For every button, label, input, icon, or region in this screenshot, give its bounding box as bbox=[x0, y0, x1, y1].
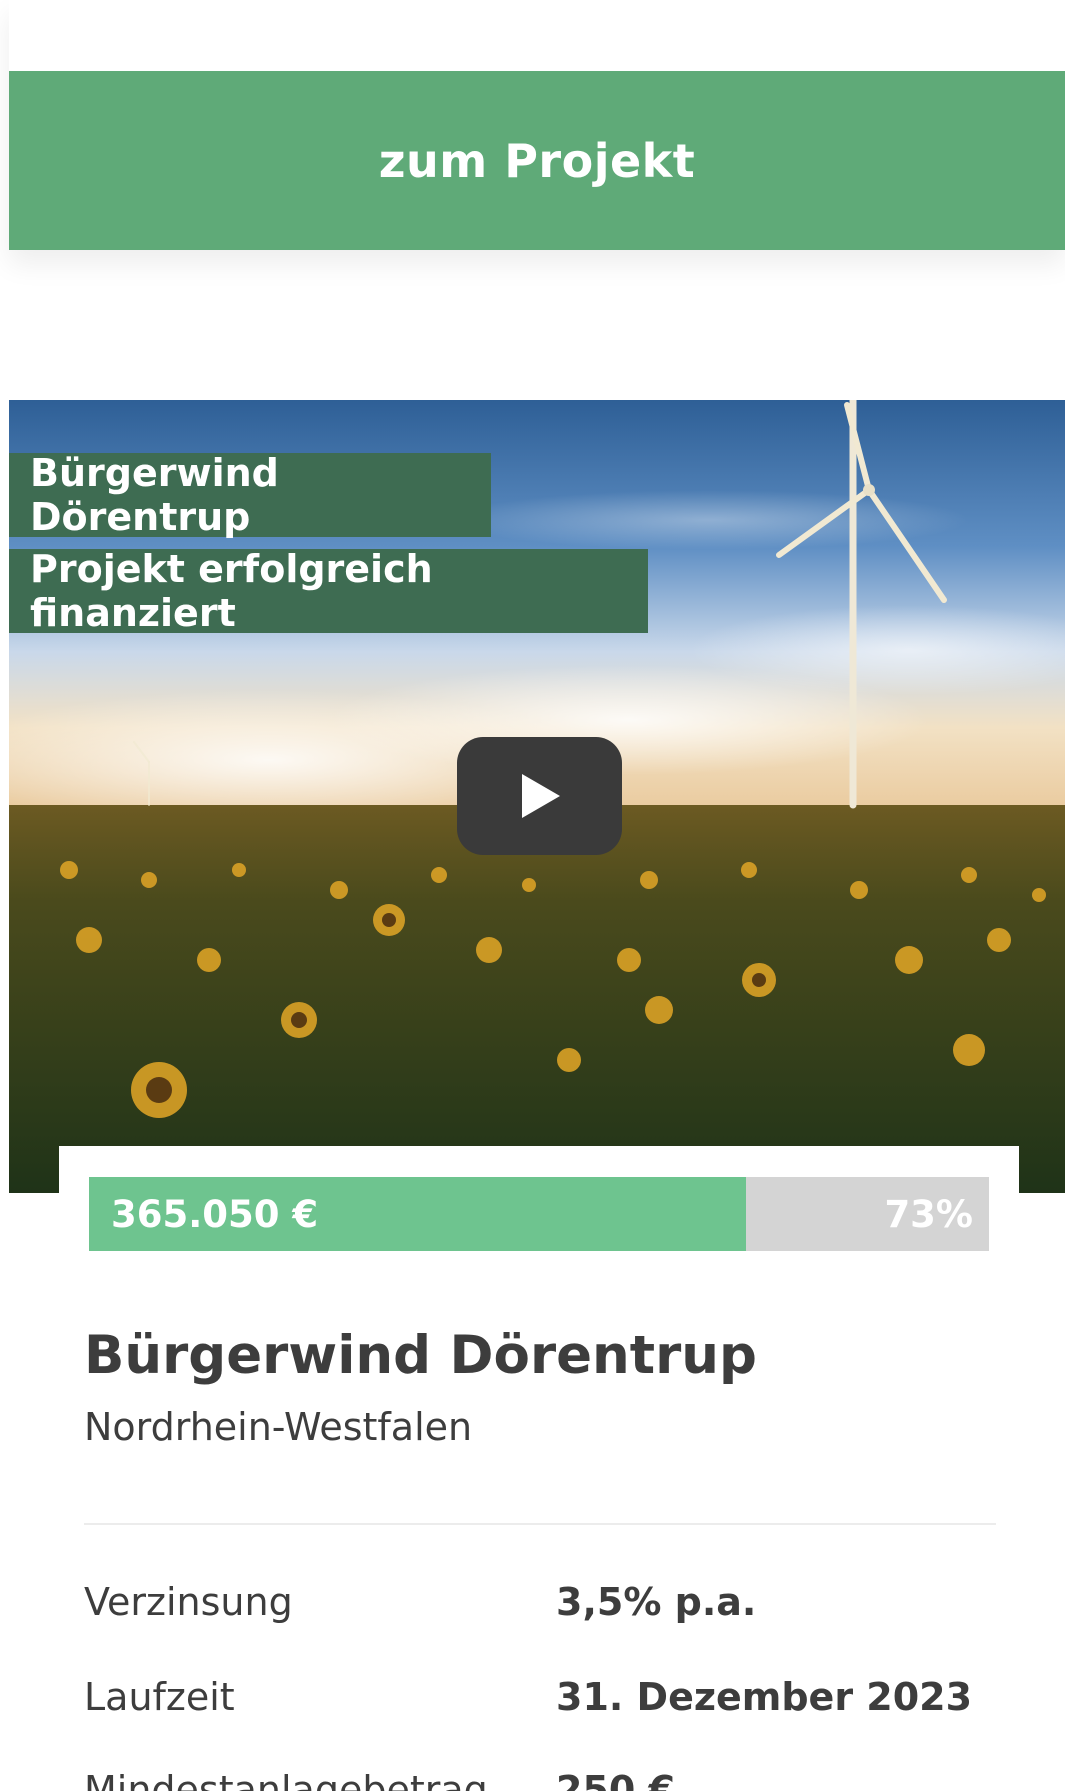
funding-status-tag-label: Projekt erfolgreich finanziert bbox=[30, 547, 433, 635]
funding-amount: 365.050 € bbox=[111, 1192, 319, 1236]
funding-progress-bar: 365.050 € 73% bbox=[89, 1177, 989, 1251]
project-region: Nordrhein-Westfalen bbox=[84, 1405, 473, 1449]
funding-status-tag: Projekt erfolgreich finanziert bbox=[9, 547, 648, 635]
play-icon bbox=[521, 774, 560, 818]
detail-value-interest: 3,5% p.a. bbox=[556, 1580, 757, 1624]
divider bbox=[84, 1523, 996, 1525]
to-project-button[interactable]: zum Projekt bbox=[9, 71, 1065, 250]
project-page: zum Projekt Bürgerwind Dörentrup Projekt… bbox=[0, 0, 1065, 1791]
detail-value-min-investment: 250 € bbox=[556, 1768, 675, 1791]
to-project-button-label: zum Projekt bbox=[378, 133, 696, 188]
funding-percent: 73% bbox=[884, 1192, 973, 1236]
project-name-tag: Bürgerwind Dörentrup bbox=[9, 451, 491, 539]
detail-label-min-investment: Mindestanlagebetrag bbox=[84, 1768, 488, 1791]
detail-label-interest: Verzinsung bbox=[84, 1580, 293, 1624]
detail-label-term: Laufzeit bbox=[84, 1675, 235, 1719]
project-title: Bürgerwind Dörentrup bbox=[84, 1325, 757, 1386]
project-name-tag-label: Bürgerwind Dörentrup bbox=[30, 451, 279, 539]
detail-value-term: 31. Dezember 2023 bbox=[556, 1675, 973, 1719]
video-play-button[interactable] bbox=[457, 737, 622, 855]
